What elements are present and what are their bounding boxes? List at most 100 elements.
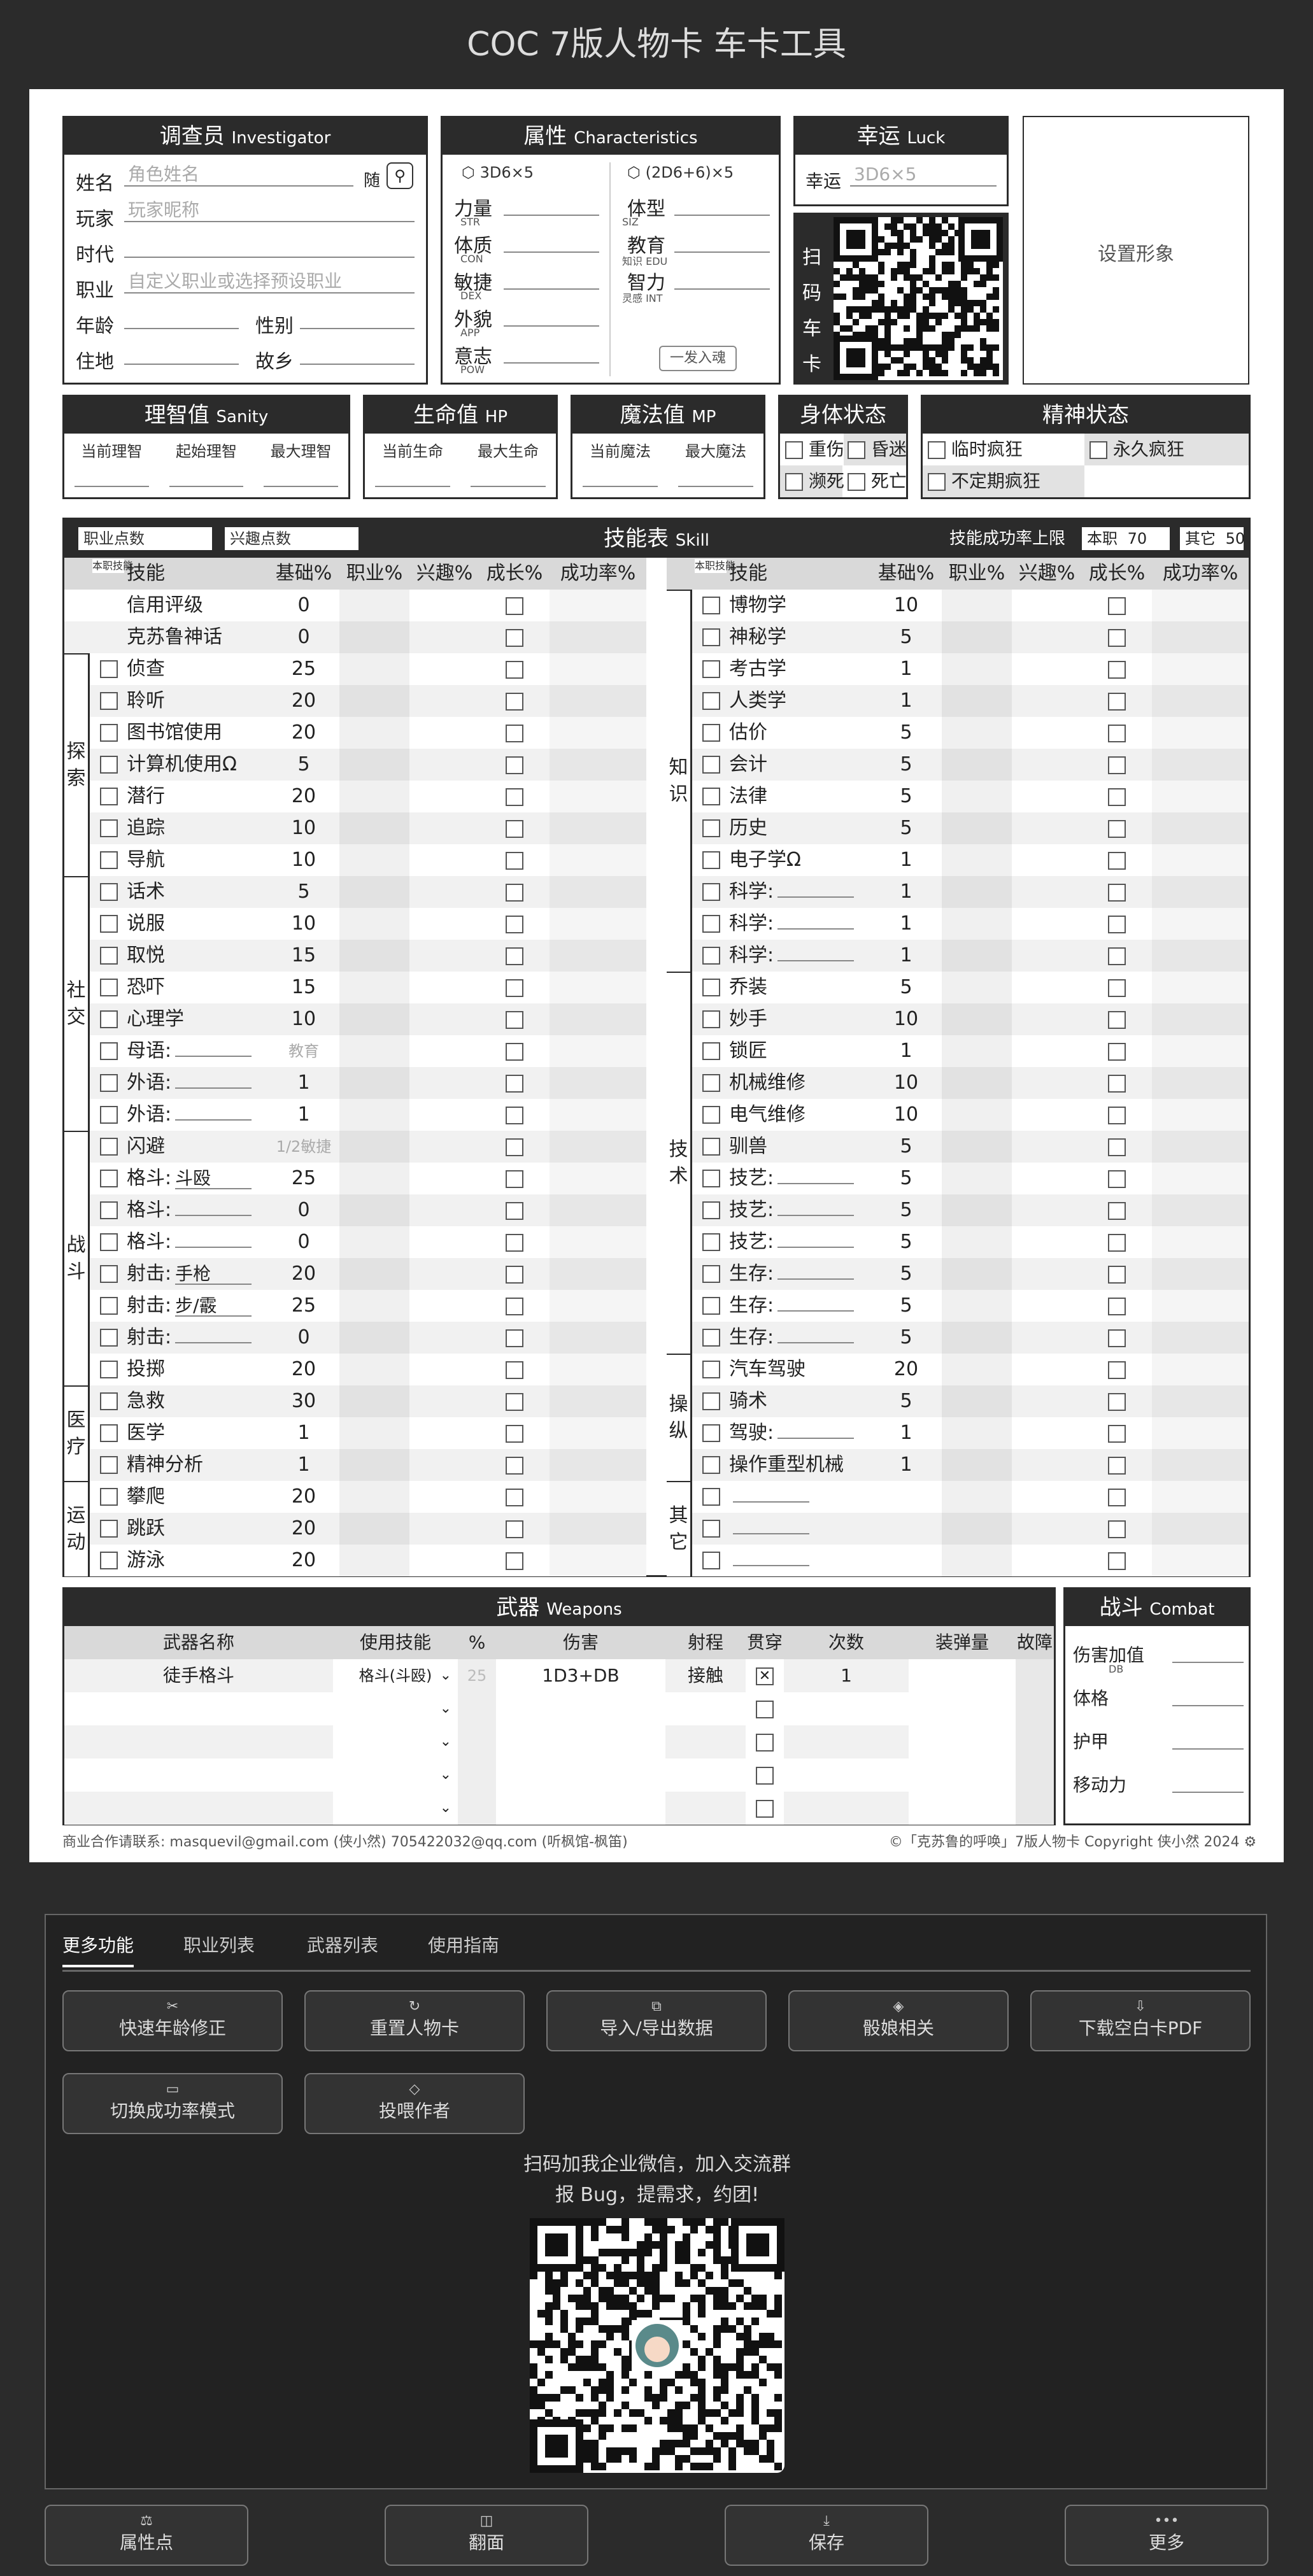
skill-interest-input[interactable] [409,781,479,812]
status-unconscious[interactable]: 昏迷 [844,434,907,465]
skill-interest-input[interactable] [409,1449,479,1481]
growth-checkbox[interactable] [506,660,523,679]
skill-interest-input[interactable] [409,844,479,876]
skill-occupation-input[interactable] [339,1131,409,1163]
skill-occupation-input[interactable] [942,1226,1012,1258]
growth-checkbox[interactable] [1108,1488,1126,1506]
skill-occupation-input[interactable] [942,1035,1012,1067]
skill-interest-input[interactable] [1012,653,1082,685]
skill-occupation-input[interactable] [339,781,409,812]
occupation-skill-checkbox[interactable] [100,883,118,901]
status-dead[interactable]: 死亡 [844,465,907,497]
occupation-skill-checkbox[interactable] [100,788,118,805]
occupation-skill-checkbox[interactable] [100,1106,118,1124]
attr-input-pow[interactable] [504,339,599,364]
skill-interest-input[interactable] [1012,1226,1082,1258]
occupation-limit-input[interactable]: 本职 70 [1082,527,1170,550]
skill-occupation-input[interactable] [339,1035,409,1067]
occupation-skill-checkbox[interactable] [702,883,720,901]
growth-checkbox[interactable] [1108,1265,1126,1284]
growth-checkbox[interactable] [506,756,523,774]
bottom-nav-3[interactable]: ••• 更多 [1065,2505,1268,2566]
growth-checkbox[interactable] [506,1106,523,1124]
growth-checkbox[interactable] [506,1010,523,1029]
skill-interest-input[interactable] [1012,1067,1082,1099]
growth-checkbox[interactable] [1108,883,1126,902]
skill-interest-input[interactable] [1012,844,1082,876]
skill-interest-input[interactable] [409,1354,479,1385]
occupation-skill-checkbox[interactable] [702,979,720,996]
skill-interest-input[interactable] [409,1131,479,1163]
growth-checkbox[interactable] [1108,1138,1126,1156]
impale-checkbox[interactable]: ✕ [756,1667,774,1685]
skill-occupation-input[interactable] [339,621,409,653]
skill-interest-input[interactable] [1012,940,1082,972]
skill-interest-input[interactable] [409,1385,479,1417]
skill-occupation-input[interactable] [942,1481,1012,1513]
skill-occupation-input[interactable] [339,1481,409,1513]
skill-occupation-input[interactable] [942,1545,1012,1576]
occupation-input[interactable]: 自定义职业或选择预设职业 [124,269,415,294]
skill-specialty-input[interactable]: 斗殴 [175,1169,252,1189]
growth-checkbox[interactable] [1108,692,1126,711]
occupation-skill-checkbox[interactable] [100,1552,118,1569]
skill-occupation-input[interactable] [942,749,1012,781]
skill-occupation-input[interactable] [339,749,409,781]
skill-interest-input[interactable] [1012,1003,1082,1035]
skill-interest-input[interactable] [409,876,479,908]
skill-specialty-input[interactable] [777,928,855,930]
skill-interest-input[interactable] [409,1290,479,1322]
occupation-skill-checkbox[interactable] [100,979,118,996]
skill-occupation-input[interactable] [942,1067,1012,1099]
growth-checkbox[interactable] [506,1170,523,1188]
skill-specialty-input[interactable] [777,1183,855,1184]
skill-interest-input[interactable] [409,972,479,1003]
occupation-skill-checkbox[interactable] [100,1392,118,1410]
impale-checkbox[interactable] [756,1767,774,1785]
skill-occupation-input[interactable] [942,1194,1012,1226]
occupation-skill-checkbox[interactable] [100,915,118,933]
occupation-skill-checkbox[interactable] [702,788,720,805]
skill-interest-input[interactable] [1012,1131,1082,1163]
occupation-skill-checkbox[interactable] [100,1074,118,1092]
occupation-skill-checkbox[interactable] [702,597,720,614]
checkbox[interactable] [1089,441,1107,459]
status-serious-injury[interactable]: 重伤 [780,434,844,465]
skill-occupation-input[interactable] [942,1258,1012,1290]
weapon-damage-input[interactable]: 1D3+DB [496,1659,665,1692]
weapon-damage-input[interactable] [496,1759,665,1792]
occupation-skill-checkbox[interactable] [702,1488,720,1506]
skill-occupation-input[interactable] [339,1226,409,1258]
feature-button[interactable]: ◈ 骰娘相关 [788,1990,1009,2051]
skill-occupation-input[interactable] [942,685,1012,717]
occupation-skill-checkbox[interactable] [100,1042,118,1060]
occupation-skill-checkbox[interactable] [702,851,720,869]
skill-interest-input[interactable] [409,1226,479,1258]
skill-occupation-input[interactable] [339,1513,409,1545]
skill-interest-input[interactable] [409,812,479,844]
growth-checkbox[interactable] [506,692,523,711]
growth-checkbox[interactable] [506,1520,523,1538]
growth-checkbox[interactable] [1108,979,1126,997]
occupation-skill-checkbox[interactable] [702,1074,720,1092]
occupation-skill-checkbox[interactable] [100,947,118,965]
occupation-skill-checkbox[interactable] [702,1170,720,1187]
occupation-skill-checkbox[interactable] [702,1297,720,1315]
skill-occupation-input[interactable] [339,940,409,972]
feature-button[interactable]: ↻ 重置人物卡 [304,1990,525,2051]
growth-checkbox[interactable] [1108,1520,1126,1538]
combat-value[interactable] [1172,1769,1244,1793]
sanity-input[interactable] [75,463,149,487]
sanity-input[interactable] [264,463,338,487]
hp-input[interactable] [471,463,546,487]
gear-icon[interactable]: ⚙ [1244,1834,1256,1850]
skill-specialty-input[interactable] [733,1501,809,1503]
skill-occupation-input[interactable] [942,1163,1012,1194]
occupation-skill-checkbox[interactable] [100,1201,118,1219]
occupation-skill-checkbox[interactable] [702,1233,720,1251]
growth-checkbox[interactable] [506,1074,523,1093]
growth-checkbox[interactable] [1108,1297,1126,1315]
occupation-skill-checkbox[interactable] [100,1265,118,1283]
occupation-skill-checkbox[interactable] [702,724,720,742]
skill-occupation-input[interactable] [339,590,409,621]
